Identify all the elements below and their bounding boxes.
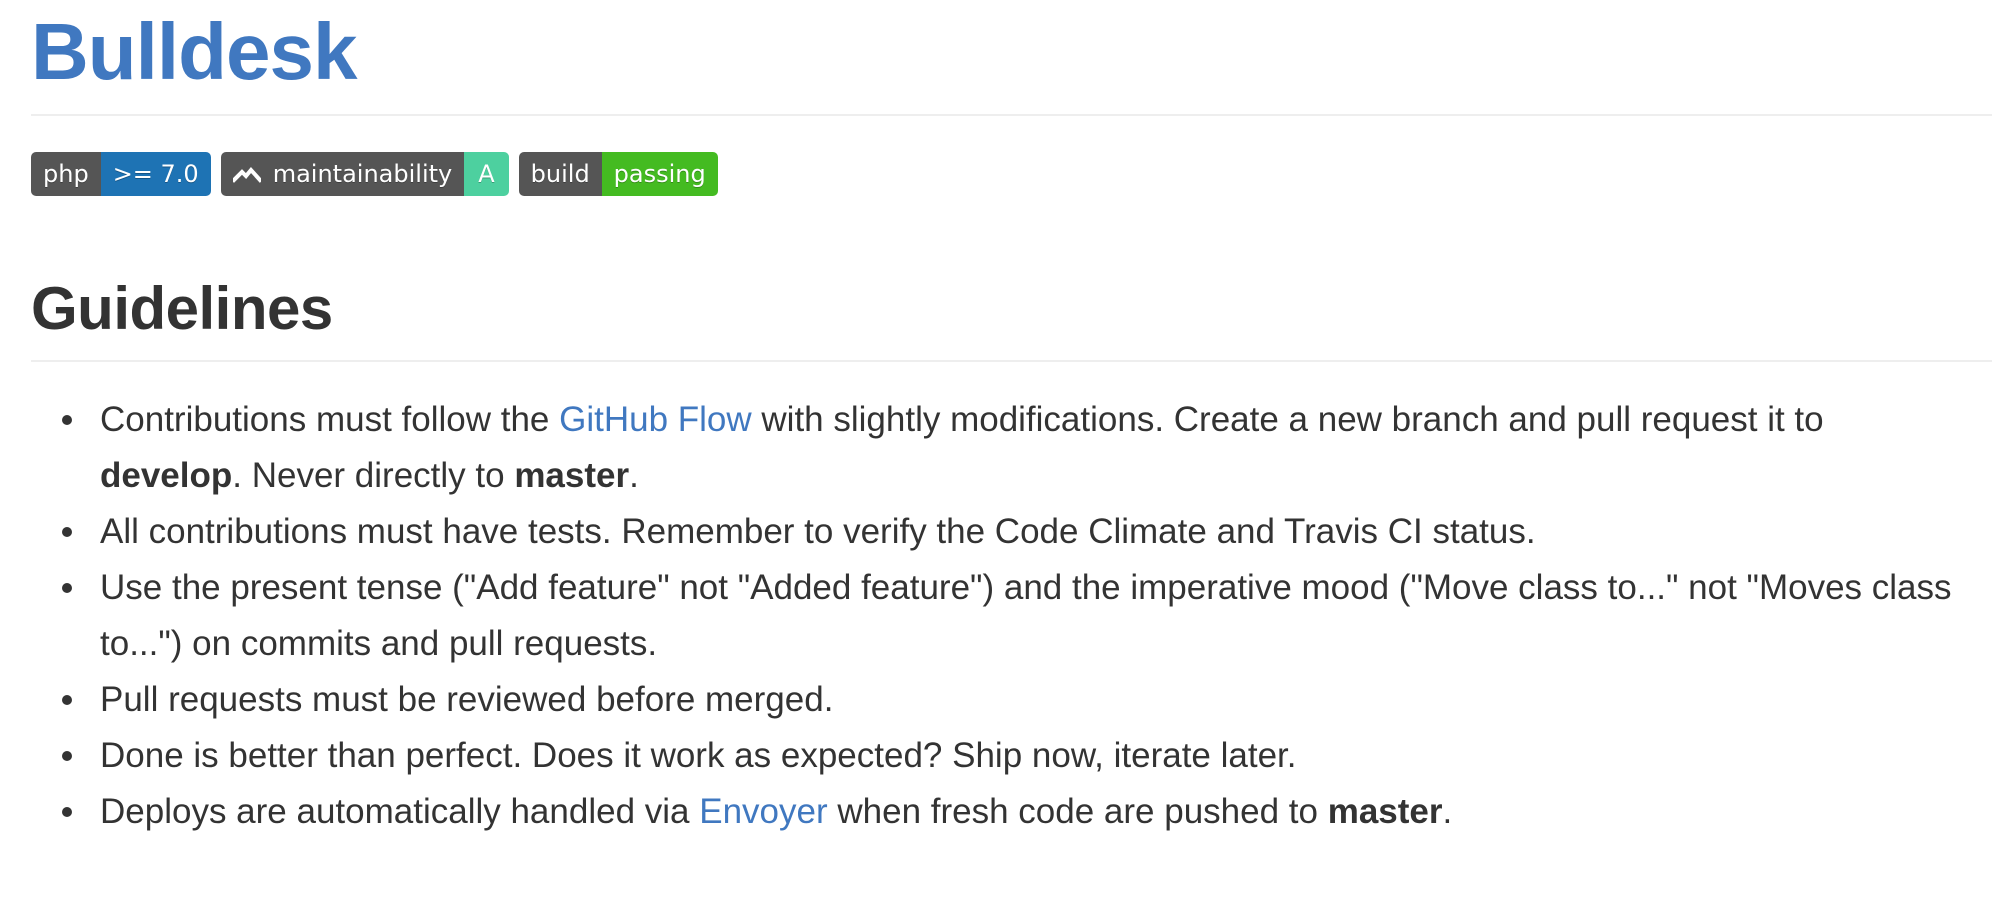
maintainability-badge[interactable]: maintainability A: [220, 152, 509, 196]
guidelines-divider: [31, 360, 1992, 362]
codeclimate-icon: [232, 165, 261, 183]
list-item-text: with slightly modifications. Create a ne…: [751, 400, 1824, 439]
envoyer-link[interactable]: Envoyer: [699, 792, 827, 831]
php-badge-label: php: [31, 152, 101, 196]
build-status-badge[interactable]: build passing: [518, 152, 718, 196]
title-divider: [31, 114, 1992, 116]
page-title: Bulldesk: [31, 7, 357, 96]
bold-master: master: [514, 456, 630, 495]
maintainability-badge-value: A: [464, 152, 509, 196]
list-item-text: Contributions must follow the: [100, 400, 560, 439]
readme-page: Bulldesk php >= 7.0 maintainability A bu…: [0, 0, 2006, 908]
list-item: Use the present tense ("Add feature" not…: [62, 560, 1960, 672]
list-item: All contributions must have tests. Remem…: [62, 504, 1960, 560]
bullet-icon: [62, 583, 72, 593]
bold-develop: develop: [100, 456, 233, 495]
list-item-text: All contributions must have tests. Remem…: [100, 512, 1536, 551]
list-item: Deploys are automatically handled via En…: [62, 784, 1960, 840]
list-item-text: when fresh code are pushed to: [827, 792, 1328, 831]
maintainability-badge-label: maintainability: [272, 160, 453, 188]
guidelines-list: Contributions must follow the GitHub Flo…: [31, 392, 1960, 840]
php-badge-value: >= 7.0: [100, 152, 211, 196]
bullet-icon: [62, 807, 72, 817]
github-flow-link[interactable]: GitHub Flow: [559, 400, 752, 439]
list-item: Pull requests must be reviewed before me…: [62, 672, 1960, 728]
list-item: Contributions must follow the GitHub Flo…: [62, 392, 1960, 504]
list-item: Done is better than perfect. Does it wor…: [62, 728, 1960, 784]
list-item-text: .: [1442, 792, 1453, 831]
guidelines-heading: Guidelines: [31, 275, 333, 342]
maintainability-badge-left: maintainability: [220, 152, 465, 196]
badge-row: php >= 7.0 maintainability A build passi…: [31, 152, 1975, 196]
build-badge-label: build: [518, 152, 602, 196]
bullet-icon: [62, 751, 72, 761]
list-item-text: Deploys are automatically handled via: [100, 792, 700, 831]
list-item-text: Use the present tense ("Add feature" not…: [100, 568, 1952, 663]
list-item-text: . Never directly to: [232, 456, 515, 495]
list-item-text: .: [629, 456, 639, 495]
bold-master: master: [1327, 792, 1443, 831]
build-badge-value: passing: [601, 152, 718, 196]
list-item-text: Pull requests must be reviewed before me…: [100, 680, 834, 719]
bullet-icon: [62, 527, 72, 537]
php-version-badge[interactable]: php >= 7.0: [31, 152, 211, 196]
bullet-icon: [62, 415, 72, 425]
bullet-icon: [62, 695, 72, 705]
list-item-text: Done is better than perfect. Does it wor…: [100, 736, 1297, 775]
